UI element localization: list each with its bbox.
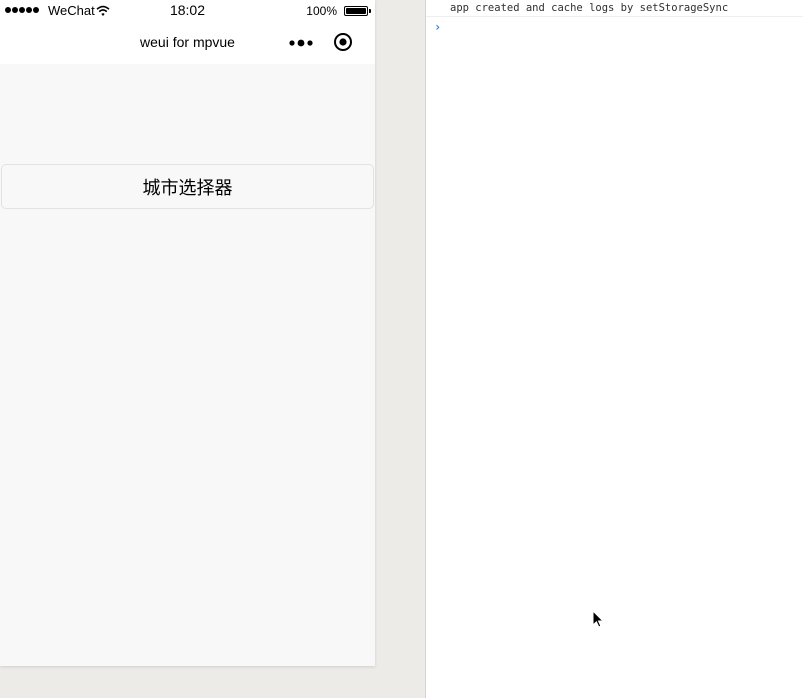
navigation-bar: weui for mpvue [0, 22, 375, 64]
console-prompt-icon: › [434, 20, 442, 34]
city-picker-button[interactable]: 城市选择器 [1, 164, 374, 209]
page-content: 城市选择器 [0, 64, 375, 666]
more-dots-icon[interactable] [289, 38, 313, 48]
phone-simulator: WeChat 18:02 100% weui for mpvue 城市选择器 [0, 0, 375, 666]
devtools-window: WeChat 18:02 100% weui for mpvue 城市选择器 a… [0, 0, 803, 698]
console-panel: app created and cache logs by setStorage… [426, 0, 803, 698]
battery-percent: 100% [306, 4, 337, 18]
console-input[interactable] [448, 18, 792, 38]
close-capsule-icon[interactable] [333, 32, 353, 52]
mouse-cursor-icon [592, 610, 604, 628]
page-title: weui for mpvue [140, 34, 235, 50]
status-bar: WeChat 18:02 100% [0, 0, 375, 22]
console-log-message: app created and cache logs by setStorage… [426, 0, 803, 17]
battery-icon [344, 6, 371, 16]
